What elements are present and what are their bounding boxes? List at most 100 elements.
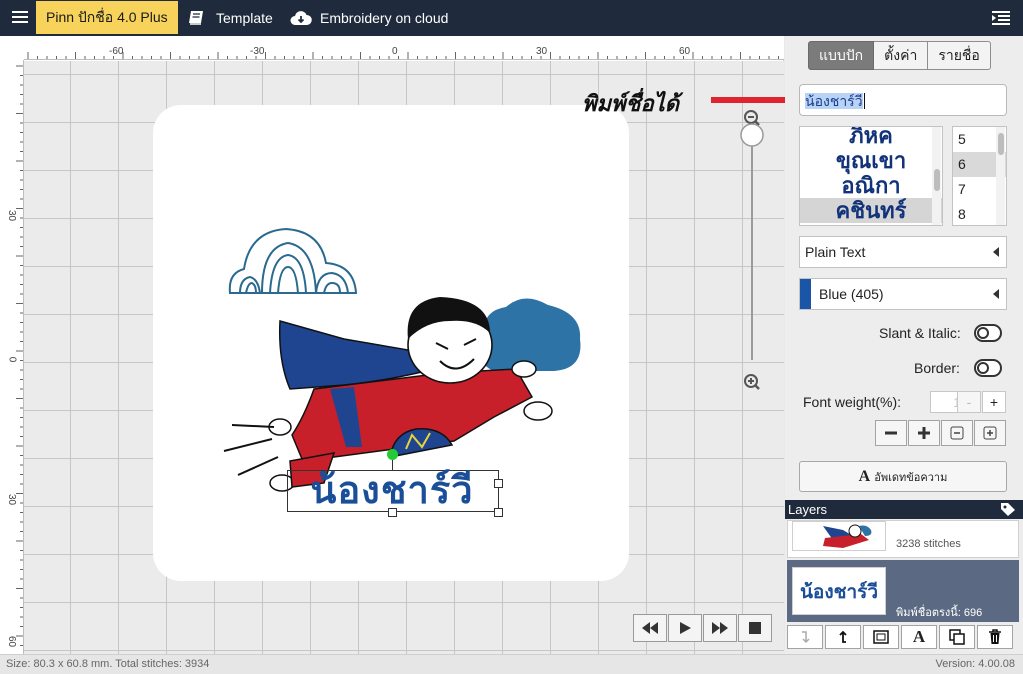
- text-style-select[interactable]: Plain Text: [799, 236, 1007, 268]
- layer-item-name[interactable]: น้องชาร์วี พิมพ์ชื่อตรงนี้: 696: [787, 560, 1019, 622]
- resize-icon: [873, 630, 889, 644]
- template-button[interactable]: Template: [188, 0, 273, 36]
- duplicate-icon: [949, 629, 965, 645]
- play-icon: [680, 622, 691, 634]
- layer-item-hero[interactable]: 3238 stitches: [787, 520, 1019, 558]
- weight-increase-button[interactable]: +: [982, 391, 1006, 413]
- font-list-scrollbar[interactable]: [932, 127, 941, 225]
- rotate-handle[interactable]: [387, 449, 398, 460]
- enlarge-button[interactable]: [908, 420, 940, 446]
- slant-italic-toggle[interactable]: [974, 324, 1002, 342]
- shrink-button[interactable]: [875, 420, 907, 446]
- tab-name-list[interactable]: รายชื่อ: [928, 41, 991, 70]
- tab-settings[interactable]: ตั้งค่า: [874, 41, 929, 70]
- duplicate-layer-button[interactable]: [939, 625, 975, 649]
- layer-stitch-count: พิมพ์ชื่อตรงนี้: 696: [896, 607, 983, 619]
- vertical-ruler: 30 0 30 60: [0, 60, 24, 654]
- border-label: Border:: [914, 360, 960, 376]
- app-brand[interactable]: Pinn ปักชื่อ 4.0 Plus: [36, 1, 178, 34]
- caret-left-icon: [993, 247, 999, 257]
- version-label: Version: 4.00.08: [935, 658, 1015, 670]
- resize-layer-button[interactable]: [863, 625, 899, 649]
- filled-cloud: [480, 298, 581, 371]
- layer-toolbar: A: [787, 625, 1015, 649]
- caret-left-icon: [993, 289, 999, 299]
- stop-icon: [749, 622, 761, 634]
- text-icon: A: [912, 627, 926, 646]
- delete-layer-button[interactable]: [977, 625, 1013, 649]
- font-option[interactable]: ขุณเขา: [800, 148, 942, 173]
- status-bar: Size: 80.3 x 60.8 mm. Total stitches: 39…: [0, 654, 1023, 674]
- move-down-icon: [802, 631, 810, 644]
- name-text-input[interactable]: น้องชาร์วี: [799, 84, 1007, 116]
- thread-color-value: Blue (405): [819, 286, 884, 302]
- name-input-value: น้องชาร์วี: [805, 93, 863, 109]
- text-style-value: Plain Text: [805, 244, 866, 260]
- move-up-icon: [839, 630, 847, 643]
- cloud-download-icon: [290, 11, 312, 25]
- move-layer-down-button[interactable]: [787, 625, 823, 649]
- weight-decrease-button[interactable]: -: [957, 391, 981, 413]
- fast-forward-icon: [712, 622, 728, 634]
- speed-lines: [223, 424, 279, 476]
- font-option[interactable]: อณิกา: [800, 173, 942, 198]
- type-name-callout: พิมพ์ชื่อได้: [582, 91, 680, 116]
- cloud-button[interactable]: Embroidery on cloud: [290, 0, 448, 36]
- hero-fist: [523, 401, 553, 421]
- text-icon: A: [858, 468, 871, 485]
- zoom-control: [737, 106, 767, 426]
- ruler-label: -60: [109, 46, 124, 57]
- layer-stitch-count: 3238 stitches: [896, 538, 961, 550]
- playback-controls: [633, 614, 773, 642]
- resize-handle[interactable]: [494, 508, 503, 517]
- ruler-label: 30: [6, 209, 18, 222]
- fast-forward-button[interactable]: [703, 614, 737, 642]
- horizontal-ruler: -60 -30 0 30 60: [24, 36, 784, 60]
- top-bar: Pinn ปักชื่อ 4.0 Plus Template Embroider…: [0, 0, 1023, 36]
- plus-square-icon: [983, 426, 997, 440]
- thread-color-select[interactable]: Blue (405): [799, 278, 1007, 310]
- spacing-increase-button[interactable]: [974, 420, 1006, 446]
- ruler-label: 0: [6, 356, 18, 363]
- layer-name-preview: น้องชาร์วี: [799, 581, 879, 603]
- ruler-label: 0: [392, 46, 398, 57]
- stop-button[interactable]: [738, 614, 772, 642]
- font-option-selected[interactable]: คชินทร์: [800, 198, 942, 223]
- border-toggle[interactable]: [974, 359, 1002, 377]
- resize-handle[interactable]: [494, 479, 503, 488]
- tag-icon[interactable]: [1000, 502, 1016, 517]
- grid-area[interactable]: น้องชาร์วี: [24, 61, 784, 654]
- font-list[interactable]: ภิหค ขุณเขา อณิกา คชินทร์: [799, 126, 943, 226]
- design-canvas[interactable]: -60 -30 0 30 60 30 0 30 60 น้องชาร์วี: [0, 36, 784, 654]
- move-layer-up-button[interactable]: [825, 625, 861, 649]
- panel-menu-icon[interactable]: [991, 10, 1011, 26]
- play-button[interactable]: [668, 614, 702, 642]
- cloud-label: Embroidery on cloud: [320, 10, 449, 26]
- update-text-button[interactable]: A อัพเดทข้อความ: [799, 461, 1007, 492]
- resize-handle[interactable]: [388, 508, 397, 517]
- font-option[interactable]: ภิหค: [800, 127, 942, 148]
- layers-header: Layers: [785, 500, 1023, 519]
- minus-square-icon: [950, 426, 964, 440]
- size-list-scrollbar[interactable]: [996, 127, 1005, 225]
- spacing-decrease-button[interactable]: [941, 420, 973, 446]
- tab-design[interactable]: แบบปัก: [808, 41, 875, 70]
- embroidered-name-text: น้องชาร์วี: [310, 468, 474, 512]
- rewind-button[interactable]: [633, 614, 667, 642]
- size-list[interactable]: 5 6 7 8: [952, 126, 1007, 226]
- ruler-label: 30: [6, 493, 18, 506]
- template-label: Template: [216, 10, 273, 26]
- ruler-label: 30: [536, 46, 548, 57]
- layer-thumbnail: [792, 521, 886, 551]
- name-text-selection[interactable]: น้องชาร์วี: [287, 449, 503, 517]
- minus-icon: [885, 431, 897, 435]
- ruler-label: 60: [6, 635, 18, 648]
- zoom-slider-graphic: [740, 110, 764, 390]
- embroidery-design[interactable]: [194, 221, 614, 501]
- horizontal-ruler-ticks: [27, 52, 779, 59]
- layer-thumbnail: น้องชาร์วี: [792, 567, 886, 615]
- properties-panel: แบบปัก ตั้งค่า รายชื่อ น้องชาร์วี ภิหค ข…: [785, 36, 1023, 654]
- menu-icon[interactable]: [8, 8, 32, 28]
- update-text-label: อัพเดทข้อความ: [874, 472, 948, 484]
- add-text-layer-button[interactable]: A: [901, 625, 937, 649]
